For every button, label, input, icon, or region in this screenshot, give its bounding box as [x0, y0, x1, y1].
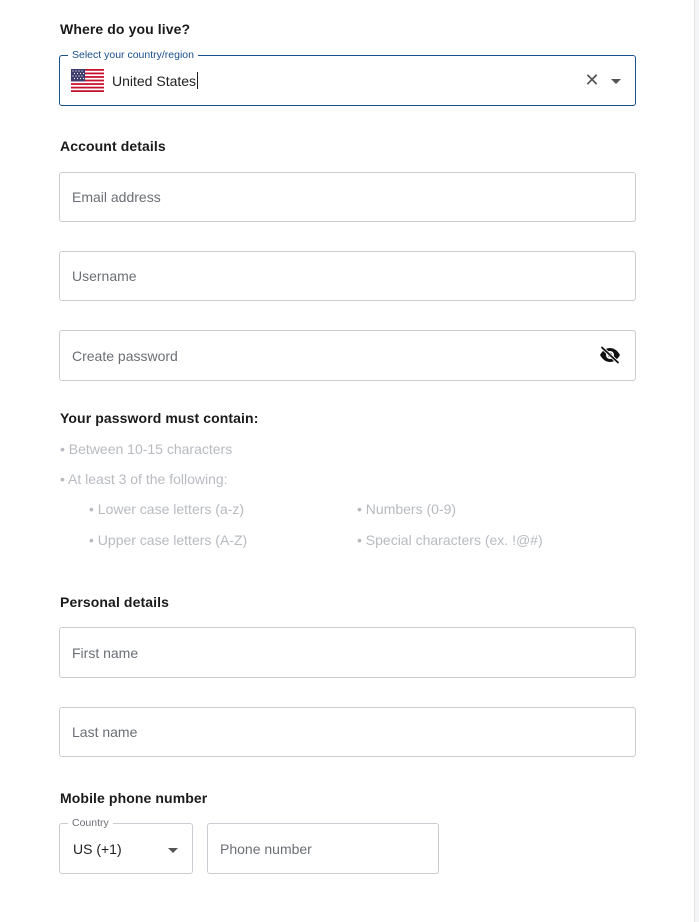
username-field[interactable]: Username — [59, 251, 636, 301]
email-placeholder: Email address — [72, 189, 161, 205]
rule-numbers: • Numbers (0-9) — [357, 501, 457, 517]
phone-country-value: US (+1) — [73, 840, 122, 857]
chevron-down-icon[interactable] — [611, 79, 621, 84]
phone-number-field[interactable]: Phone number — [207, 823, 439, 874]
us-flag-icon — [71, 69, 104, 92]
phone-number-placeholder: Phone number — [220, 840, 312, 857]
rule-length: • Between 10-15 characters — [60, 441, 233, 457]
country-select-value: United States — [112, 56, 199, 105]
rule-lowercase: • Lower case letters (a-z) — [89, 501, 245, 517]
password-field[interactable]: Create password — [59, 330, 636, 381]
username-placeholder: Username — [72, 268, 137, 284]
rule-at-least: • At least 3 of the following: — [60, 471, 228, 487]
rule-uppercase: • Upper case letters (A-Z) — [89, 532, 248, 548]
country-select[interactable]: Select your country/region United States… — [59, 48, 636, 106]
last-name-field[interactable]: Last name — [59, 707, 636, 757]
phone-country-select[interactable]: Country US (+1) — [59, 816, 193, 874]
first-name-placeholder: First name — [72, 644, 139, 661]
eye-slash-icon[interactable] — [599, 346, 621, 364]
chevron-down-icon[interactable] — [168, 848, 178, 853]
email-field[interactable]: Email address — [59, 172, 636, 222]
account-heading: Account details — [60, 138, 166, 154]
password-placeholder: Create password — [72, 347, 178, 364]
last-name-placeholder: Last name — [72, 724, 138, 740]
clear-icon[interactable]: ✕ — [583, 71, 601, 89]
signup-form-panel: Where do you live? Select your country/r… — [0, 0, 695, 922]
rule-special: • Special characters (ex. !@#) — [357, 532, 543, 548]
phone-heading: Mobile phone number — [60, 790, 208, 806]
text-cursor — [197, 72, 199, 89]
country-value-text: United States — [112, 72, 197, 89]
personal-heading: Personal details — [60, 594, 169, 610]
password-rules-heading: Your password must contain: — [60, 410, 259, 426]
location-heading: Where do you live? — [60, 21, 191, 37]
first-name-field[interactable]: First name — [59, 627, 636, 678]
